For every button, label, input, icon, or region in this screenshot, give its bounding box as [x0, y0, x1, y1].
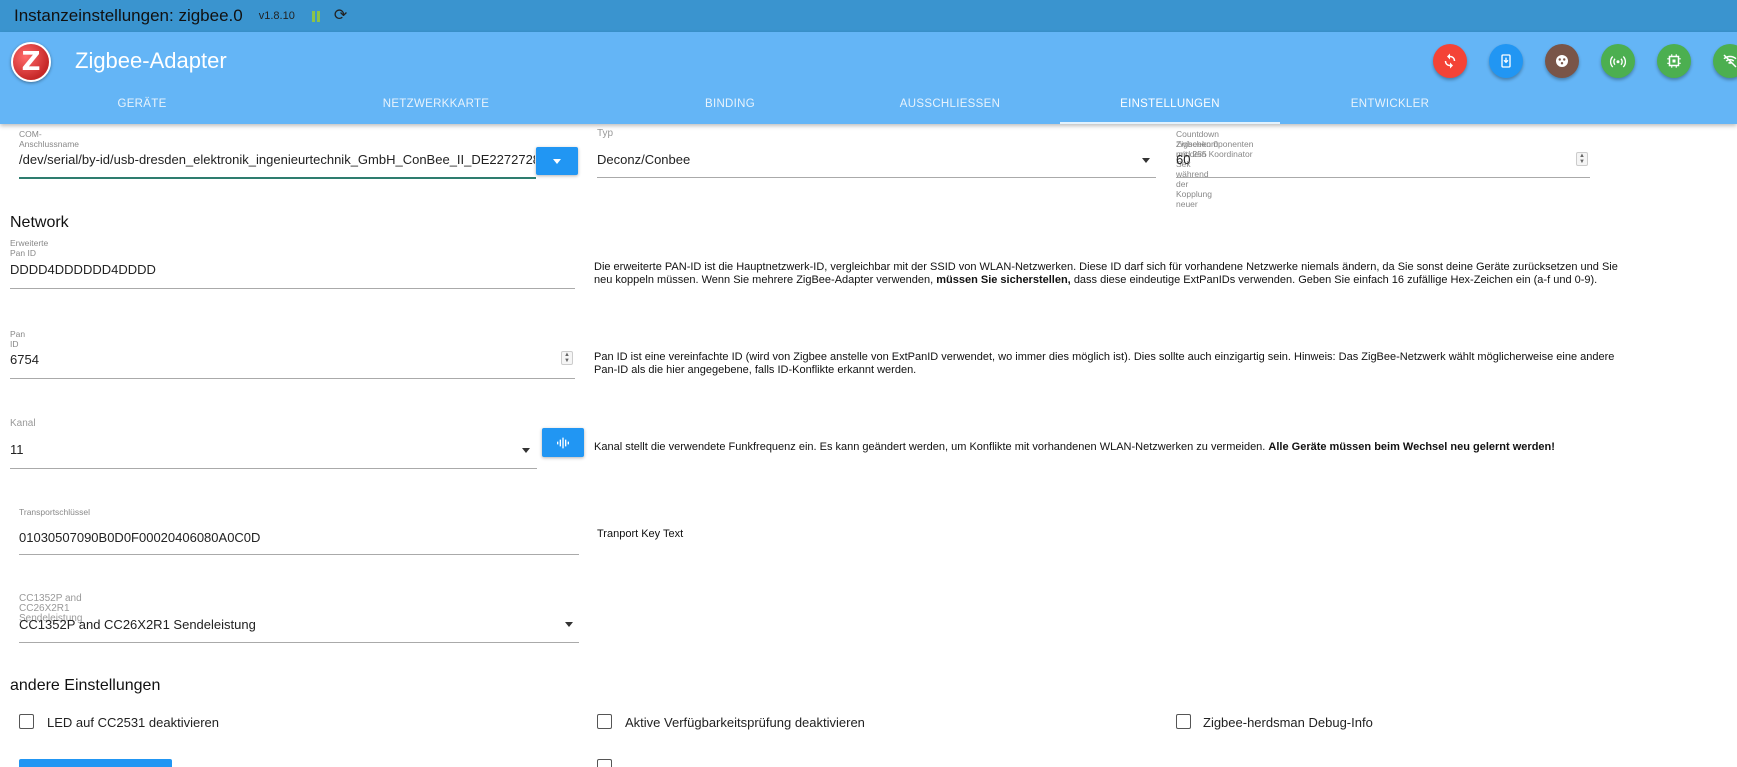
window-title: Instanzeinstellungen: zigbee.0 [14, 6, 243, 25]
tab-ausschliessen[interactable]: AUSSCHLIESSEN [840, 92, 1060, 124]
tab-bar: GERÄTE NETZWERKKARTE BINDING AUSSCHLIESS… [0, 92, 1737, 124]
transport-key-label: Transportschlüssel [19, 507, 91, 517]
tab-binding[interactable]: BINDING [620, 92, 840, 124]
tx-power-underline [19, 642, 579, 643]
led-disable-checkbox[interactable] [19, 714, 34, 729]
availability-check-label: Aktive Verfügbarkeitsprüfung deaktiviere… [625, 715, 865, 730]
channel-underline [10, 468, 537, 469]
channel-scan-button[interactable] [542, 428, 584, 457]
reload-icon[interactable]: ⟳ [334, 8, 347, 24]
other-settings-heading: andere Einstellungen [10, 677, 161, 694]
channel-help: Kanal stellt die verwendete Funkfrequenz… [594, 441, 1734, 454]
com-port-dropdown-button[interactable] [536, 147, 578, 175]
pan-id-input[interactable]: 6754 [10, 352, 39, 367]
chevron-down-icon[interactable] [565, 622, 573, 627]
led-disable-label: LED auf CC2531 deaktivieren [47, 715, 219, 730]
pan-id-stepper[interactable]: ▲ ▼ [561, 351, 573, 365]
chevron-down-icon[interactable] [522, 448, 530, 453]
tx-power-select[interactable]: CC1352P and CC26X2R1 Sendeleistung [19, 617, 256, 632]
pause-icon[interactable] [311, 10, 322, 22]
transport-key-input[interactable]: 01030507090B0D0F00020406080A0C0D [19, 530, 260, 545]
zigbee-logo: Z [11, 42, 51, 82]
pan-id-help: Pan ID ist eine vereinfachte ID (wird vo… [594, 351, 1734, 377]
channel-help-bold: Alle Geräte müssen beim Wechsel neu gele… [1268, 441, 1555, 453]
ext-pan-id-input[interactable]: DDDD4DDDDDD4DDDD [10, 262, 156, 277]
version-label: v1.8.10 [258, 10, 295, 22]
tab-netzwerkkarte[interactable]: NETZWERKKARTE [326, 92, 546, 124]
action-button[interactable] [19, 759, 172, 767]
type-select[interactable]: Deconz/Conbee [597, 152, 690, 167]
tab-einstellungen[interactable]: EINSTELLUNGEN [1060, 92, 1280, 124]
tab-geraete[interactable]: GERÄTE [32, 92, 252, 124]
type-underline [597, 177, 1156, 178]
refresh-icon[interactable] [1433, 44, 1467, 78]
ext-pan-id-help-line1: Die erweiterte PAN-ID ist die Hauptnetzw… [594, 261, 1618, 273]
availability-check-checkbox[interactable] [597, 714, 612, 729]
debug-info-checkbox[interactable] [1176, 714, 1191, 729]
pan-id-label: Pan ID [10, 329, 26, 349]
network-heading: Network [10, 214, 69, 231]
cookie-icon[interactable] [1545, 44, 1579, 78]
pan-id-help-line2: Pan-ID als die hier angegebene, falls ID… [594, 364, 917, 376]
com-port-underline [19, 177, 536, 179]
chevron-down-icon [553, 158, 561, 164]
ext-pan-id-help-line2a: neu koppeln müssen. Wenn Sie mehrere Zig… [594, 274, 934, 286]
signal-icon[interactable] [1601, 44, 1635, 78]
pan-id-help-line1: Pan ID ist eine vereinfachte ID (wird vo… [594, 351, 1615, 363]
ext-pan-id-underline [10, 288, 575, 289]
countdown-stepper[interactable]: ▲ ▼ [1576, 152, 1588, 166]
channel-label: Kanal [10, 418, 36, 429]
ext-pan-id-help-bold: müssen Sie sicherstellen, [936, 274, 1071, 286]
countdown-input[interactable]: 60 [1176, 152, 1190, 167]
type-label: Typ [597, 128, 614, 139]
ext-pan-id-label: Erweiterte Pan ID [10, 238, 49, 258]
ext-pan-id-help-line2b: dass diese eindeutige ExtPanIDs verwende… [1073, 274, 1598, 286]
chip-icon[interactable] [1657, 44, 1691, 78]
chevron-down-icon[interactable] [1142, 158, 1150, 163]
transport-key-help: Tranport Key Text [597, 528, 684, 540]
ext-pan-id-help: Die erweiterte PAN-ID ist die Hauptnetzw… [594, 261, 1734, 287]
com-port-label: COM-Anschlussname [19, 129, 80, 149]
wifi-off-icon[interactable] [1713, 44, 1737, 78]
download-icon[interactable] [1489, 44, 1523, 78]
window-titlebar: Instanzeinstellungen: zigbee.0 v1.8.10 ⟳ [0, 0, 1737, 32]
app-title: Zigbee-Adapter [75, 48, 227, 73]
pan-id-underline [10, 378, 575, 379]
channel-help-text: Kanal stellt die verwendete Funkfrequenz… [594, 441, 1266, 453]
countdown-underline [1176, 177, 1590, 178]
extra-checkbox[interactable] [597, 759, 612, 767]
app-header: Z Zigbee-Adapter GERÄTE NETZWERKKARTE BI… [0, 32, 1737, 124]
com-port-input[interactable]: /dev/serial/by-id/usb-dresden_elektronik… [19, 152, 535, 167]
waveform-icon [557, 437, 569, 448]
tab-entwickler[interactable]: ENTWICKLER [1280, 92, 1500, 124]
channel-select[interactable]: 11 [10, 442, 24, 457]
debug-info-label: Zigbee-herdsman Debug-Info [1203, 715, 1373, 730]
transport-key-underline [19, 554, 579, 555]
